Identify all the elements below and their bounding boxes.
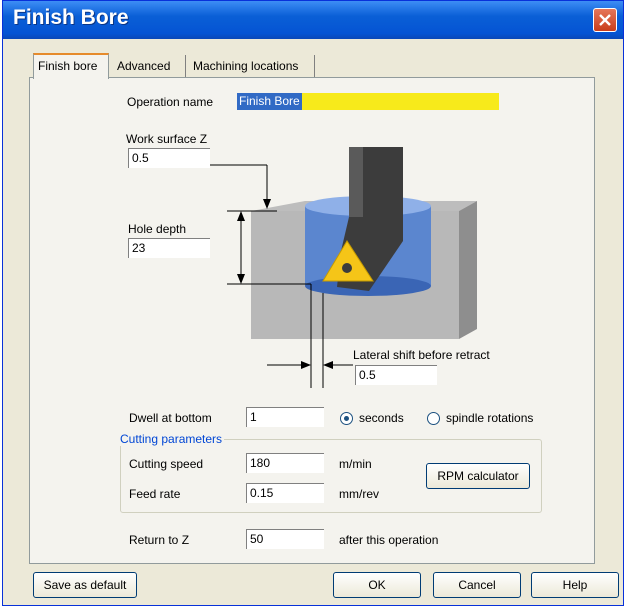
return-suffix-label: after this operation bbox=[339, 533, 439, 547]
return-to-z-input[interactable]: 50 bbox=[246, 529, 324, 549]
operation-name-value: Finish Bore bbox=[237, 93, 302, 110]
spindle-rotations-radio[interactable] bbox=[427, 412, 440, 425]
feed-rate-label: Feed rate bbox=[129, 487, 181, 501]
spindle-rotations-label: spindle rotations bbox=[446, 411, 534, 425]
cutting-speed-unit: m/min bbox=[339, 457, 372, 471]
dwell-label: Dwell at bottom bbox=[129, 411, 212, 425]
seconds-radio[interactable] bbox=[340, 412, 353, 425]
close-button[interactable] bbox=[593, 8, 617, 32]
lateral-shift-input[interactable]: 0.5 bbox=[355, 365, 437, 385]
window-title: Finish Bore bbox=[13, 6, 129, 29]
dwell-input[interactable]: 1 bbox=[246, 407, 324, 427]
operation-name-label: Operation name bbox=[127, 95, 214, 109]
ok-button[interactable]: OK bbox=[333, 572, 421, 598]
title-bar[interactable]: Finish Bore bbox=[3, 1, 623, 39]
save-as-default-button[interactable]: Save as default bbox=[33, 572, 137, 598]
hole-depth-label: Hole depth bbox=[128, 222, 187, 236]
tab-finish-bore[interactable]: Finish bore bbox=[33, 53, 109, 79]
lateral-shift-label: Lateral shift before retract bbox=[353, 348, 490, 362]
feed-rate-input[interactable]: 0.15 bbox=[246, 483, 324, 503]
tab-advanced[interactable]: Advanced bbox=[113, 55, 186, 77]
operation-name-field[interactable]: Finish Bore bbox=[237, 93, 499, 110]
feed-rate-unit: mm/rev bbox=[339, 487, 379, 501]
cutting-speed-input[interactable]: 180 bbox=[246, 453, 324, 473]
rpm-calculator-button[interactable]: RPM calculator bbox=[426, 463, 530, 489]
finish-bore-dialog: Finish Bore Finish bore Advanced Machini… bbox=[2, 0, 624, 606]
cancel-button[interactable]: Cancel bbox=[433, 572, 521, 598]
cutting-speed-label: Cutting speed bbox=[129, 457, 204, 471]
hole-depth-input[interactable]: 23 bbox=[128, 238, 210, 258]
help-button[interactable]: Help bbox=[531, 572, 619, 598]
tab-machining-locations[interactable]: Machining locations bbox=[189, 55, 315, 77]
seconds-label: seconds bbox=[359, 411, 404, 425]
return-to-z-label: Return to Z bbox=[129, 533, 190, 547]
work-surface-input[interactable]: 0.5 bbox=[128, 148, 210, 168]
close-icon bbox=[599, 14, 611, 26]
cutting-parameters-legend: Cutting parameters bbox=[120, 432, 225, 446]
work-surface-label: Work surface Z bbox=[126, 132, 208, 146]
